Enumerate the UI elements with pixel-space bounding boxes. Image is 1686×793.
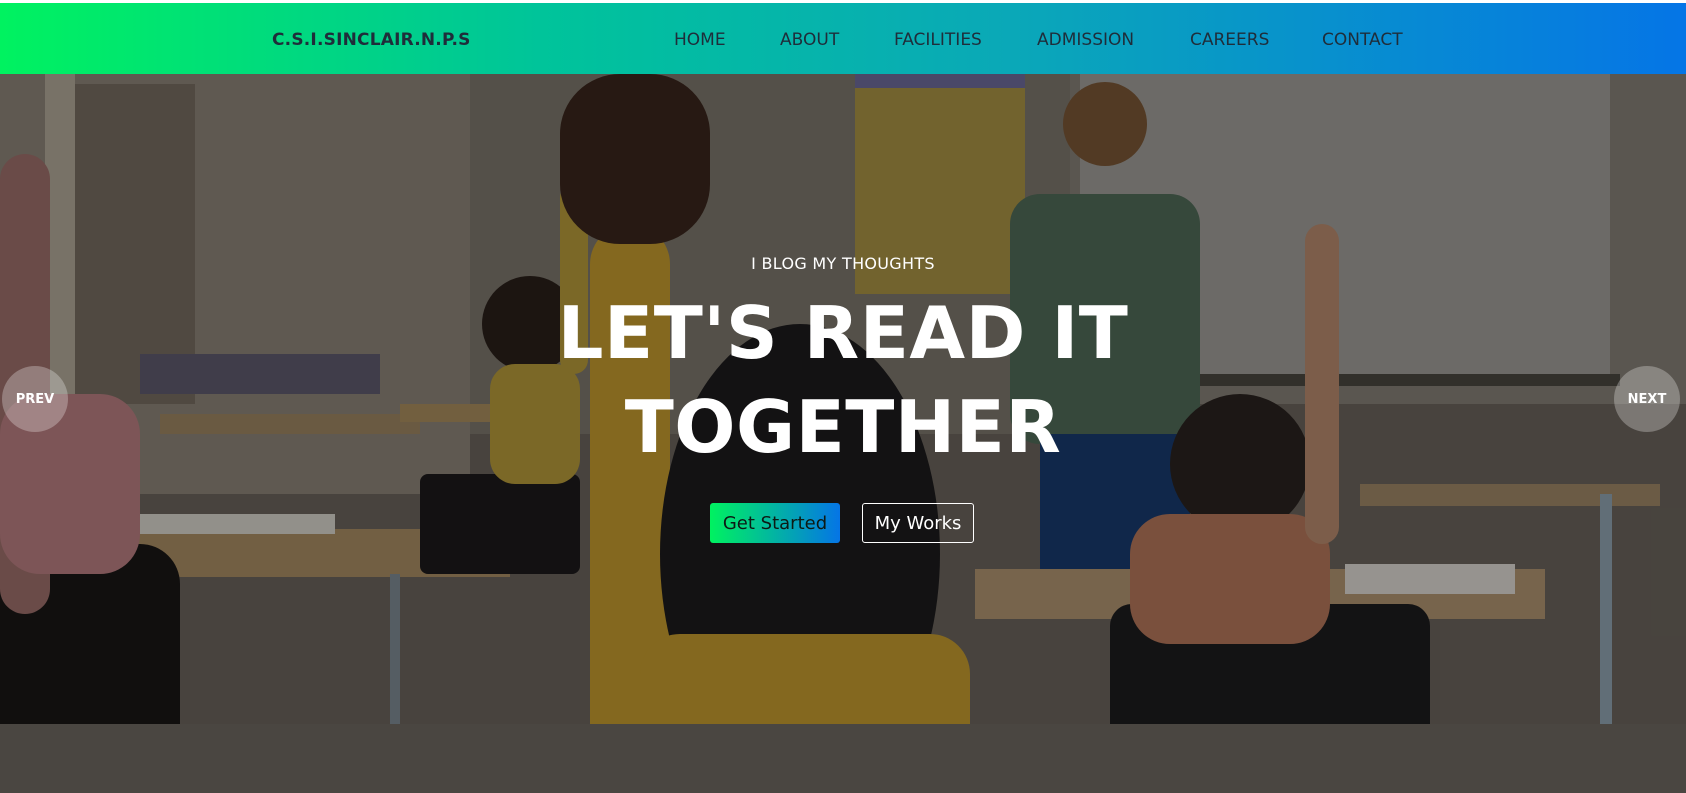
nav-home[interactable]: HOME — [674, 30, 726, 50]
hero-headline-line-1: LET'S READ IT — [557, 291, 1129, 375]
hero-slider: I BLOG MY THOUGHTS LET'S READ IT TOGETHE… — [0, 74, 1686, 793]
nav-about[interactable]: ABOUT — [780, 30, 839, 50]
main-nav: HOME ABOUT FACILITIES ADMISSION CAREERS … — [0, 30, 1686, 54]
nav-admission[interactable]: ADMISSION — [1037, 30, 1134, 50]
get-started-button[interactable]: Get Started — [710, 503, 840, 543]
top-navbar: C.S.I.SINCLAIR.N.P.S HOME ABOUT FACILITI… — [0, 3, 1686, 74]
nav-facilities[interactable]: FACILITIES — [894, 30, 982, 50]
slider-prev-button[interactable]: PREV — [2, 366, 68, 432]
hero-headline: LET'S READ IT TOGETHER — [0, 286, 1686, 474]
slider-next-button[interactable]: NEXT — [1614, 366, 1680, 432]
hero-eyebrow: I BLOG MY THOUGHTS — [751, 254, 935, 273]
nav-contact[interactable]: CONTACT — [1322, 30, 1403, 50]
nav-careers[interactable]: CAREERS — [1190, 30, 1269, 50]
page: C.S.I.SINCLAIR.N.P.S HOME ABOUT FACILITI… — [0, 0, 1686, 793]
my-works-button[interactable]: My Works — [862, 503, 974, 543]
hero-headline-line-2: TOGETHER — [624, 385, 1062, 469]
hero-content: I BLOG MY THOUGHTS LET'S READ IT TOGETHE… — [0, 74, 1686, 793]
